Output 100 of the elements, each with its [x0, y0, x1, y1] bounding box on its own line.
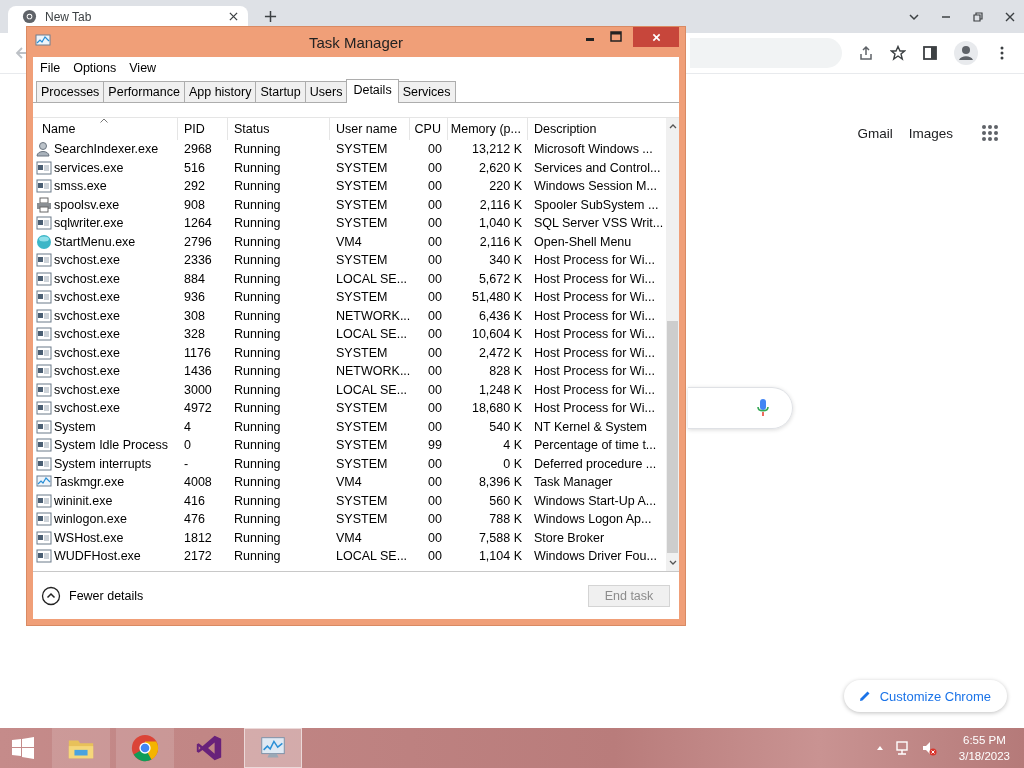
table-cell-text: SYSTEM — [335, 197, 389, 212]
table-cell-text: 2796 — [183, 234, 213, 249]
menu-item[interactable]: View — [129, 60, 157, 75]
menu-item[interactable]: Options — [73, 60, 117, 75]
table-cell-text: 828 K — [488, 364, 523, 379]
column-header[interactable]: Name — [36, 118, 178, 140]
table-cell-text: 00 — [427, 142, 443, 157]
process-name-cell: svchost.exe — [36, 400, 178, 417]
table-cell-text: 2,116 K — [478, 234, 523, 249]
table-cell-text: 00 — [427, 512, 443, 527]
table-cell-text: Running — [233, 160, 282, 175]
table-cell-text: 00 — [427, 160, 443, 175]
table-cell-text: Host Process for Wi... — [533, 327, 656, 342]
customize-chrome-button[interactable]: Customize Chrome — [843, 680, 1007, 712]
tab[interactable]: Services — [397, 81, 456, 102]
table-cell-text: 00 — [427, 290, 443, 305]
table-cell-text: Running — [233, 216, 282, 231]
table-cell-text: Running — [233, 493, 282, 508]
table-cell-text: Running — [233, 290, 282, 305]
column-header[interactable]: Description — [528, 118, 666, 140]
table-cell-text: 00 — [427, 197, 443, 212]
table-cell-text: NETWORK... — [335, 364, 410, 379]
table-cell-text: 10,604 K — [470, 327, 523, 342]
table-cell-text: SYSTEM — [335, 345, 389, 360]
process-name-cell: WUDFHost.exe — [36, 548, 178, 565]
table-cell-text: Windows Logon Ap... — [533, 512, 653, 527]
table-cell-text: Running — [233, 327, 282, 342]
table-cell-text: Windows Driver Fou... — [533, 549, 658, 564]
table-cell-text: Running — [233, 364, 282, 379]
process-name-cell: svchost.exe — [36, 381, 178, 398]
table-cell-text: 5,672 K — [477, 271, 523, 286]
tab[interactable]: Startup — [255, 81, 306, 102]
column-label: CPU — [414, 122, 441, 136]
table-cell-text: VM4 — [335, 475, 363, 490]
column-header[interactable]: PID — [178, 118, 228, 140]
table-cell-text: 308 — [183, 308, 206, 323]
tab[interactable]: Details — [346, 79, 399, 103]
window-title: Task Manager — [308, 34, 404, 51]
column-header[interactable]: User name — [330, 118, 410, 140]
table-cell-text: 00 — [427, 253, 443, 268]
process-name-cell: svchost.exe — [36, 307, 178, 324]
table-cell-text: 4972 — [183, 401, 213, 416]
tab[interactable]: App history — [183, 81, 257, 102]
table-cell-text: 3000 — [183, 382, 213, 397]
menu-item[interactable]: File — [40, 60, 61, 75]
clock-date: 3/18/2023 — [958, 749, 1010, 764]
table-cell-text: SYSTEM — [335, 512, 389, 527]
tab[interactable]: Processes — [36, 81, 105, 102]
table-cell-text: VM4 — [335, 530, 363, 545]
column-header[interactable]: Status — [228, 118, 330, 140]
table-cell-text: Windows Session M... — [533, 179, 658, 194]
table-cell-text: 4 — [183, 419, 192, 434]
table-cell-text: Running — [233, 308, 282, 323]
table-cell-text: Running — [233, 234, 282, 249]
table-cell-text: Spooler SubSystem ... — [533, 197, 660, 212]
table-cell-text: LOCAL SE... — [335, 382, 409, 397]
table-cell-text: 6,436 K — [477, 308, 523, 323]
table-cell-text: 516 — [183, 160, 206, 175]
table-cell-text: SYSTEM — [335, 216, 389, 231]
table-cell-text: 18,680 K — [470, 401, 523, 416]
table-cell-text: 13,212 K — [470, 142, 523, 157]
table-cell-text: 1264 — [183, 216, 213, 231]
table-cell-text: 4008 — [183, 475, 213, 490]
table-cell-text: 00 — [427, 419, 443, 434]
table-cell-text: Running — [233, 401, 282, 416]
table-cell-text: Store Broker — [533, 530, 606, 545]
table-cell-text: LOCAL SE... — [335, 271, 409, 286]
process-name-cell: svchost.exe — [36, 289, 178, 306]
table-cell-text: 00 — [427, 271, 443, 286]
header-link[interactable]: Gmail — [857, 125, 893, 141]
table-cell-text: SYSTEM — [335, 142, 389, 157]
table-cell-text: Running — [233, 512, 282, 527]
table-cell-text: 99 — [427, 438, 443, 453]
table-cell-text: 00 — [427, 456, 443, 471]
tab[interactable]: Users — [304, 81, 348, 102]
column-header[interactable]: Memory (p... — [448, 118, 528, 140]
table-cell-text: Running — [233, 530, 282, 545]
table-cell-text: 1,104 K — [477, 549, 523, 564]
table-cell-text: 1,248 K — [477, 382, 523, 397]
table-cell-text: 00 — [427, 345, 443, 360]
process-name-cell: System interrupts — [36, 455, 178, 472]
header-link[interactable]: Images — [908, 125, 953, 141]
column-label: Memory (p... — [450, 122, 521, 136]
table-cell-text: SYSTEM — [335, 493, 389, 508]
table-cell-text: Windows Start-Up A... — [533, 493, 658, 508]
table-cell-text: 00 — [427, 216, 443, 231]
table-cell-text: 00 — [427, 401, 443, 416]
tab[interactable]: Performance — [103, 81, 185, 102]
table-cell-text: NETWORK... — [335, 308, 410, 323]
table-cell-text: 340 K — [488, 253, 523, 268]
table-cell-text: Microsoft Windows ... — [533, 142, 654, 157]
table-cell-text: SYSTEM — [335, 179, 389, 194]
fewer-details-button[interactable]: Fewer details — [41, 585, 144, 606]
table-cell-text: 788 K — [488, 512, 523, 527]
column-header[interactable]: CPU — [410, 118, 448, 140]
table-cell-text: Running — [233, 253, 282, 268]
table-cell-text: Running — [233, 271, 282, 286]
table-cell-text: 00 — [427, 308, 443, 323]
table-cell-text: 2,472 K — [477, 345, 523, 360]
column-label: Status — [234, 122, 270, 136]
